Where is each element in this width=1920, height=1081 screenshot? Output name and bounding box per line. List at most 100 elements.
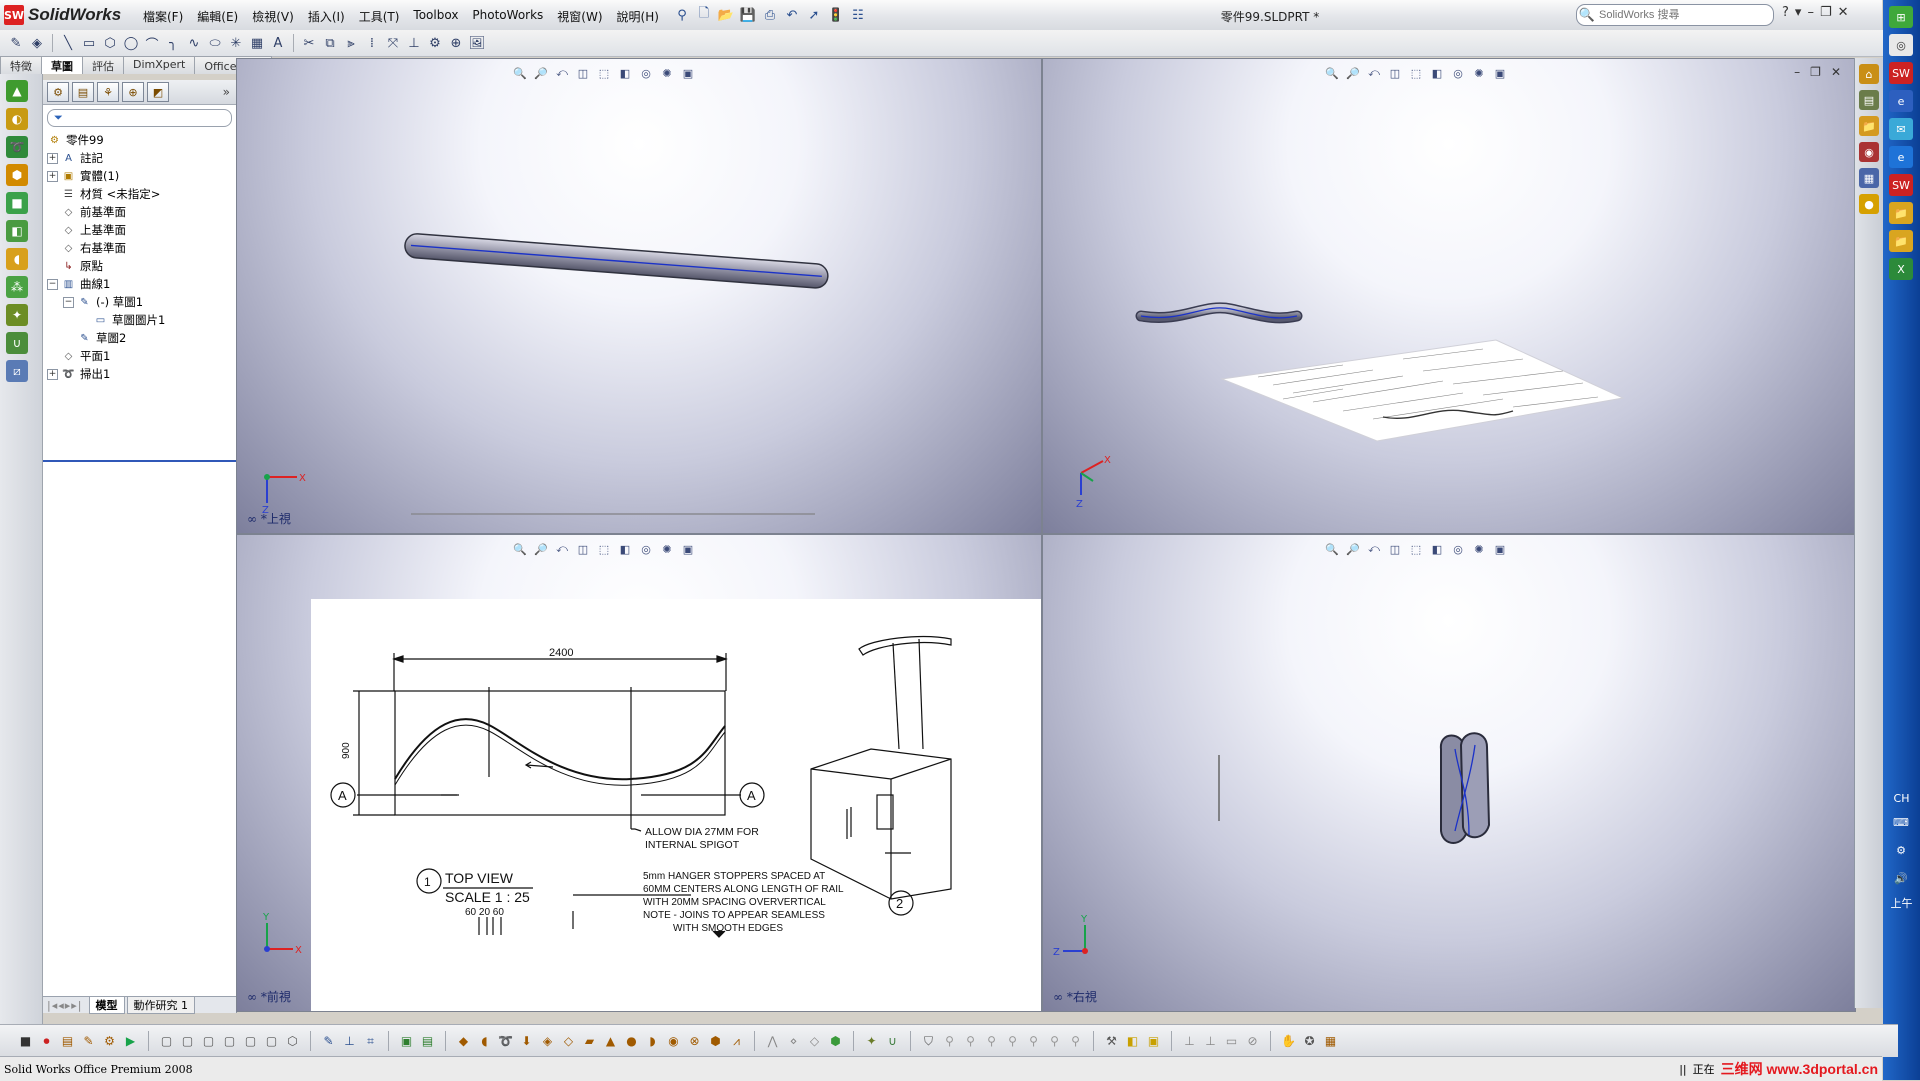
sketch-icon[interactable]: ✎: [6, 33, 26, 53]
configuration-manager-tab-icon[interactable]: ⚘: [97, 82, 119, 102]
standard-views-right-icon[interactable]: ▢: [220, 1032, 239, 1051]
scale-icon[interactable]: ⬢: [706, 1032, 725, 1051]
viewport-isometric[interactable]: 🔍 🔎 ⤺ ◫ ⬚ ◧ ◎ ✺ ▣ – ❐ ✕ X Z: [1042, 58, 1856, 534]
line-icon[interactable]: ╲: [58, 33, 78, 53]
macro-new-icon[interactable]: ▤: [58, 1032, 77, 1051]
menu-help[interactable]: 說明(H): [610, 6, 666, 27]
polygon-icon[interactable]: ⬡: [100, 33, 120, 53]
search-results-icon[interactable]: ◉: [1859, 142, 1879, 162]
search-box[interactable]: 🔍: [1576, 4, 1774, 26]
hide-show-icon[interactable]: ◎: [637, 541, 655, 557]
collapse-icon[interactable]: −: [47, 278, 58, 290]
tree-node[interactable]: ☰ 材質 <未指定>: [47, 185, 236, 203]
ellipse-icon[interactable]: ⬭: [205, 33, 225, 53]
filter-edges-icon[interactable]: ⚲: [961, 1032, 980, 1051]
rail-pipe-top[interactable]: [404, 233, 829, 289]
expand-icon[interactable]: +: [47, 368, 58, 380]
smart-dimension-icon[interactable]: ◈: [27, 33, 47, 53]
menu-view[interactable]: 檢視(V): [245, 6, 301, 27]
rebuild-icon[interactable]: 🚦: [826, 5, 846, 25]
section-view-icon[interactable]: ◫: [574, 541, 592, 557]
standard-views-bottom-icon[interactable]: ▢: [262, 1032, 281, 1051]
display-manager-tab-icon[interactable]: ◩: [147, 82, 169, 102]
tree-node[interactable]: + A 註記: [47, 149, 236, 167]
curves-tool-icon[interactable]: ∪: [883, 1032, 902, 1051]
restore-button[interactable]: ❐: [1820, 5, 1832, 20]
construction-geometry-icon[interactable]: ▦: [247, 33, 267, 53]
tree-node[interactable]: ▭ 草圖圖片1: [47, 311, 236, 329]
tree-node[interactable]: ↳ 原點: [47, 257, 236, 275]
view-settings-icon[interactable]: ▣: [679, 541, 697, 557]
filter-planes-icon[interactable]: ⚲: [1045, 1032, 1064, 1051]
appearance-icon[interactable]: ✺: [658, 541, 676, 557]
messenger-icon[interactable]: ✉: [1889, 118, 1913, 140]
viewport-front[interactable]: 2400 900 A A ALLOW DIA 27MM FOR INTERNAL…: [236, 534, 1042, 1012]
tree-node[interactable]: − ▥ 曲線1: [47, 275, 236, 293]
surfaces-icon[interactable]: ⬢: [826, 1032, 845, 1051]
pin-icon[interactable]: ⚲: [672, 5, 692, 25]
deviation-analysis-icon[interactable]: ⊘: [1243, 1032, 1262, 1051]
display-style-icon[interactable]: ◧: [616, 541, 634, 557]
standard-views-iso-icon[interactable]: ⬡: [283, 1032, 302, 1051]
extrude-cut-icon[interactable]: ◧: [6, 220, 28, 242]
shell-icon[interactable]: ●: [622, 1032, 641, 1051]
folder-icon[interactable]: 📁: [1889, 202, 1913, 224]
dome-icon[interactable]: ◗: [643, 1032, 662, 1051]
tab-motion-study[interactable]: 動作研究 1: [126, 996, 195, 1014]
trim-icon[interactable]: ✂: [299, 33, 319, 53]
collapse-icon[interactable]: −: [63, 296, 74, 308]
tree-filter[interactable]: ⏷: [47, 109, 232, 127]
section-properties-icon[interactable]: ⊥: [1201, 1032, 1220, 1051]
text-icon[interactable]: A: [268, 33, 288, 53]
menu-toolbox[interactable]: Toolbox: [406, 6, 465, 27]
ime-icon[interactable]: ⌨: [1889, 811, 1913, 833]
expand-icon[interactable]: +: [47, 170, 58, 182]
zoom-to-fit-icon[interactable]: 🔍: [511, 541, 529, 557]
wrap-icon[interactable]: ◉: [664, 1032, 683, 1051]
mass-properties-icon[interactable]: ⊥: [1180, 1032, 1199, 1051]
flex-icon[interactable]: ⩘: [727, 1032, 746, 1051]
sweep-boss-icon[interactable]: ➰: [6, 136, 28, 158]
menu-file[interactable]: 檔案(F): [136, 6, 190, 27]
menu-insert[interactable]: 插入(I): [301, 6, 352, 27]
sketch-picture-icon[interactable]: 🖼: [467, 33, 487, 53]
revolve-boss-icon[interactable]: ◖: [475, 1032, 494, 1051]
tab-scroll-arrows[interactable]: |◂◂▸▸|: [43, 999, 87, 1012]
save-icon[interactable]: 💾: [738, 5, 758, 25]
sketch-picture-drawing[interactable]: 2400 900 A A ALLOW DIA 27MM FOR INTERNAL…: [311, 599, 1041, 1011]
edge-browser-icon[interactable]: e: [1889, 146, 1913, 168]
ime-options-icon[interactable]: ⚙: [1889, 839, 1913, 861]
rollback-bar[interactable]: [43, 460, 236, 462]
solidworks-resources-icon[interactable]: ⌂: [1859, 64, 1879, 84]
print-icon[interactable]: ⎙: [760, 5, 780, 25]
menu-edit[interactable]: 編輯(E): [190, 6, 245, 27]
language-indicator[interactable]: CH: [1883, 792, 1920, 805]
tree-node[interactable]: + ▣ 實體(1): [47, 167, 236, 185]
fillet-tool-icon[interactable]: ◈: [538, 1032, 557, 1051]
rib-icon[interactable]: ▰: [580, 1032, 599, 1051]
sweep-icon[interactable]: ➰: [496, 1032, 515, 1051]
circle-icon[interactable]: ◯: [121, 33, 141, 53]
start-icon[interactable]: ⊞: [1889, 6, 1913, 28]
fillet-feature-icon[interactable]: ◖: [6, 248, 28, 270]
check-icon[interactable]: ▭: [1222, 1032, 1241, 1051]
run-macro-icon[interactable]: ▶: [121, 1032, 140, 1051]
viewport-right[interactable]: 🔍 🔎 ⤺ ◫ ⬚ ◧ ◎ ✺ ▣ Z Y ∞ *右視: [1042, 534, 1856, 1012]
tree-node[interactable]: ◇ 上基準面: [47, 221, 236, 239]
display-relations-icon[interactable]: ⊥: [404, 33, 424, 53]
sketch-relations-icon[interactable]: ✎: [319, 1032, 338, 1051]
revolve-icon[interactable]: ◐: [6, 108, 28, 130]
view-orientation-icon[interactable]: ⬚: [595, 541, 613, 557]
tree-node[interactable]: ✎ 草圖2: [47, 329, 236, 347]
tools-icon[interactable]: ⚒: [1102, 1032, 1121, 1051]
menu-tools[interactable]: 工具(T): [352, 6, 407, 27]
view-palette-icon[interactable]: ▦: [1859, 168, 1879, 188]
stop-record-icon[interactable]: ■: [16, 1032, 35, 1051]
previous-view-icon[interactable]: ⤺: [553, 541, 571, 557]
macro-customize-icon[interactable]: ⚙: [100, 1032, 119, 1051]
curves-icon[interactable]: ∪: [6, 332, 28, 354]
design-library-icon[interactable]: ▤: [1859, 90, 1879, 110]
reference-geometry-icon[interactable]: ✦: [6, 304, 28, 326]
help-dropdown-button[interactable]: ▾: [1795, 5, 1802, 20]
rail-pipe-end-view[interactable]: [1439, 732, 1491, 844]
